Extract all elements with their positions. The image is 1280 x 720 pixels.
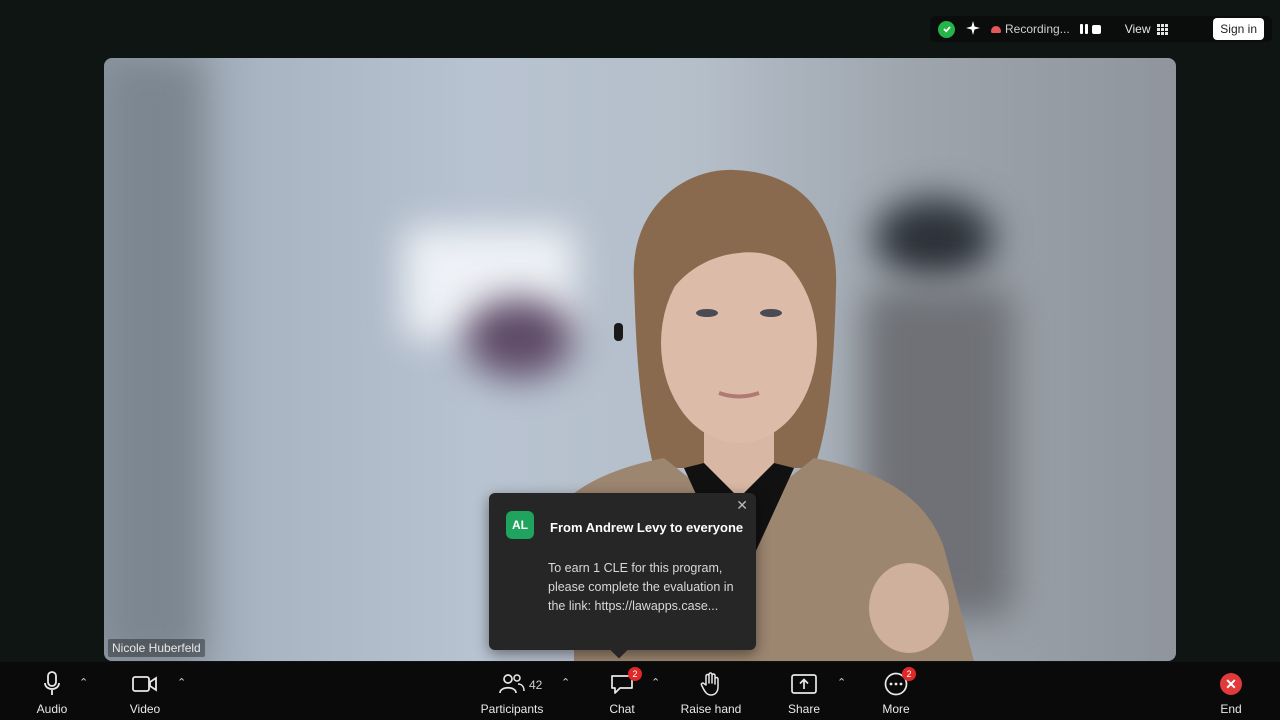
shield-check-icon[interactable] xyxy=(938,20,955,38)
grid-icon xyxy=(1156,23,1168,35)
chat-label: Chat xyxy=(609,702,635,716)
recording-label: Recording... xyxy=(1005,22,1070,36)
raise-hand-button[interactable]: Raise hand xyxy=(680,670,742,718)
audio-label: Audio xyxy=(36,702,68,716)
microphone-icon xyxy=(43,670,61,698)
participants-label: Participants xyxy=(480,702,544,716)
background-blur-purple xyxy=(464,298,574,378)
chat-message: To earn 1 CLE for this program, please c… xyxy=(548,561,734,613)
chat-button[interactable]: 2 Chat xyxy=(606,667,642,718)
stop-icon[interactable] xyxy=(1091,24,1101,34)
close-icon[interactable]: ✕ xyxy=(736,497,748,514)
top-status-bar: Recording... View Sign in xyxy=(930,16,1272,42)
more-icon: 2 xyxy=(884,667,916,698)
camera-icon xyxy=(132,670,158,698)
chat-notification[interactable]: AL ✕ From Andrew Levy to everyone To ear… xyxy=(489,493,756,659)
recording-indicator: Recording... xyxy=(991,22,1101,36)
meeting-toolbar: Audio ⌃ Video ⌃ Participants 42 ⌃ 2 Chat… xyxy=(0,662,1280,720)
share-label: Share xyxy=(787,702,821,716)
chat-options-chevron-up-icon[interactable]: ⌃ xyxy=(651,676,660,689)
participants-icon xyxy=(499,670,525,698)
more-badge: 2 xyxy=(902,667,916,681)
audio-options-chevron-up-icon[interactable]: ⌃ xyxy=(79,676,88,689)
view-button[interactable]: View xyxy=(1125,22,1168,36)
sparkle-icon[interactable] xyxy=(965,20,981,39)
video-label: Video xyxy=(129,702,161,716)
chat-icon: 2 xyxy=(610,667,642,698)
participant-count: 42 xyxy=(529,678,543,692)
more-label: More xyxy=(882,702,910,716)
background-blur-dark-left xyxy=(104,58,204,661)
pause-icon[interactable] xyxy=(1079,24,1088,34)
avatar: AL xyxy=(506,511,534,539)
participants-options-chevron-up-icon[interactable]: ⌃ xyxy=(561,676,570,689)
cloud-record-icon xyxy=(991,25,1001,33)
video-button[interactable]: Video xyxy=(126,670,164,718)
more-button[interactable]: 2 More xyxy=(878,667,916,718)
end-button[interactable]: ✕ End xyxy=(1216,670,1246,718)
participant-name-tag: Nicole Huberfeld xyxy=(108,639,205,657)
sign-in-button[interactable]: Sign in xyxy=(1213,18,1264,40)
end-label: End xyxy=(1220,702,1242,716)
chat-sender: From Andrew Levy to everyone xyxy=(550,520,744,535)
hand-icon xyxy=(700,670,722,698)
raise-hand-label: Raise hand xyxy=(680,702,742,716)
share-screen-icon xyxy=(791,670,817,698)
share-options-chevron-up-icon[interactable]: ⌃ xyxy=(837,676,846,689)
chat-unread-badge: 2 xyxy=(628,667,642,681)
meeting-window: Recording... View Sign in Nicole Huberfe… xyxy=(0,0,1280,720)
end-icon: ✕ xyxy=(1220,670,1242,698)
view-label: View xyxy=(1124,22,1151,36)
video-options-chevron-up-icon[interactable]: ⌃ xyxy=(177,676,186,689)
share-button[interactable]: Share xyxy=(786,670,822,718)
audio-button[interactable]: Audio xyxy=(34,670,70,718)
